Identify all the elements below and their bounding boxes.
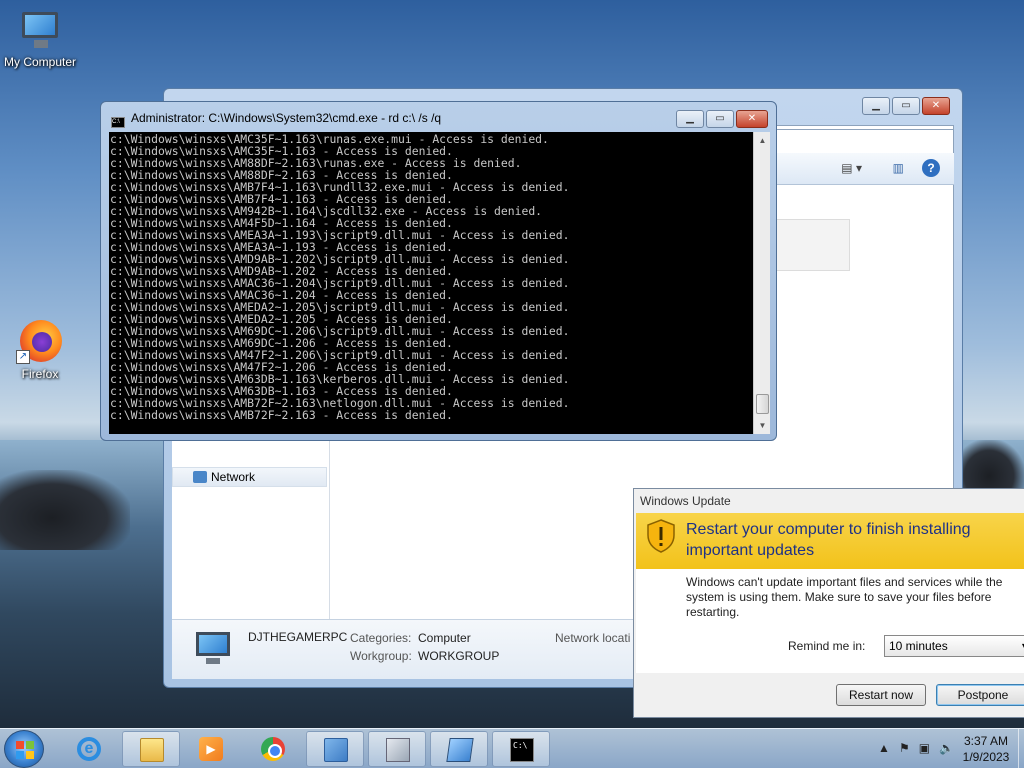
close-button[interactable]: ✕ [736,110,768,128]
media-player-icon: ▶ [199,737,223,761]
windows-update-dialog[interactable]: Windows Update Restart your computer to … [633,488,1024,718]
shortcut-arrow-icon: ↗ [16,350,30,364]
firefox-icon: ↗ [16,320,64,364]
categories-value: Computer [418,631,471,645]
desktop-rocks [0,470,130,550]
restart-now-button[interactable]: Restart now [836,684,926,706]
pc-name: DJTHEGAMERPC [248,630,348,644]
control-panel-icon [324,738,348,762]
workgroup-value: WORKGROUP [418,649,500,663]
view-options-icon[interactable]: ▤ ▾ [841,161,862,175]
window-title: Administrator: C:\Windows\System32\cmd.e… [131,111,442,125]
help-icon[interactable]: ? [922,159,940,177]
volume-icon[interactable]: 🔈 [939,741,954,755]
minimize-button[interactable]: ▁ [862,97,890,115]
scroll-down-icon[interactable]: ▼ [754,417,771,434]
dialog-body: Windows can't update important files and… [636,569,1024,673]
start-button[interactable] [4,730,44,768]
postpone-button[interactable]: Postpone [936,684,1024,706]
desktop-icon-label: Firefox [21,367,59,381]
categories-label: Categories: [350,631,412,645]
cmd-window[interactable]: C:\ Administrator: C:\Windows\System32\cm… [100,101,777,441]
desktop-icon-firefox[interactable]: ↗ Firefox [0,320,80,381]
remind-label: Remind me in: [788,639,866,653]
maximize-button[interactable]: ▭ [706,110,734,128]
taskbar-item-windows-explorer[interactable] [122,731,180,767]
chrome-icon [261,737,285,761]
action-center-flag-icon[interactable]: ⚑ [899,741,910,755]
console-scrollbar[interactable]: ▲ ▼ [753,132,770,434]
clock[interactable]: 3:37 AM 1/9/2023 [956,733,1016,765]
system-tray: ▲ ⚑ ▣ 🔈 [878,741,954,755]
show-desktop-button[interactable] [1018,729,1024,768]
internet-explorer-icon: e [77,737,101,761]
computer-icon [16,8,64,52]
show-hidden-icons-icon[interactable]: ▲ [878,741,890,755]
sidebar-item-network[interactable]: Network [172,467,327,487]
computer-icon [192,630,232,666]
cmd-icon: C:\ [510,738,534,762]
network-icon [193,471,207,483]
cmd-icon: C:\ [111,117,125,128]
disk-cleanup-icon [386,738,410,762]
preview-pane-icon[interactable]: ▥ [893,161,904,175]
shield-warning-icon [647,519,675,553]
chevron-down-icon: ▼ [1020,641,1024,651]
network-location-label: Network locati [555,631,631,645]
desktop-icon-my-computer[interactable]: My Computer [0,8,80,69]
dialog-message: Windows can't update important files and… [686,575,1003,619]
dialog-heading: Restart your computer to finish installi… [686,521,971,559]
taskbar-item-media-player[interactable]: ▶ [182,731,240,767]
dialog-title: Windows Update [640,494,731,508]
taskbar-item-control-panel[interactable] [306,731,364,767]
scroll-up-icon[interactable]: ▲ [754,132,771,149]
taskbar-item-chrome[interactable] [244,731,302,767]
windows-update-icon [446,738,474,762]
workgroup-label: Workgroup: [350,649,412,663]
console-line: c:\Windows\winsxs\AMB72F~2.163 - Access … [110,408,453,422]
minimize-button[interactable]: ▁ [676,110,704,128]
network-tray-icon[interactable]: ▣ [919,741,930,755]
clock-time: 3:37 AM [963,734,1009,748]
cmd-title-bar[interactable]: C:\ Administrator: C:\Windows\System32\cm… [111,111,441,128]
maximize-button[interactable]: ▭ [892,97,920,115]
taskbar-item-cmd[interactable]: C:\ [492,731,550,767]
scroll-thumb[interactable] [756,394,769,414]
taskbar-item-internet-explorer[interactable]: e [60,731,118,767]
taskbar: e ▶ C:\ ▲ ⚑ ▣ 🔈 3:37 AM 1/9/2023 [0,728,1024,768]
desktop-icon-label: My Computer [3,55,77,69]
update-banner: Restart your computer to finish installi… [636,513,1024,569]
remind-select[interactable]: 10 minutes ▼ [884,635,1024,657]
clock-date: 1/9/2023 [962,750,1010,764]
explorer-window-controls: ▁ ▭ ✕ [862,97,950,115]
taskbar-item-disk-cleanup[interactable] [368,731,426,767]
windows-logo-icon [16,741,34,759]
taskbar-item-windows-update[interactable] [430,731,488,767]
windows-explorer-icon [140,738,164,762]
console-output[interactable]: c:\Windows\winsxs\AMC35F~1.163\runas.exe… [109,132,753,434]
close-button[interactable]: ✕ [922,97,950,115]
cmd-window-controls: ▁ ▭ ✕ [676,110,768,128]
